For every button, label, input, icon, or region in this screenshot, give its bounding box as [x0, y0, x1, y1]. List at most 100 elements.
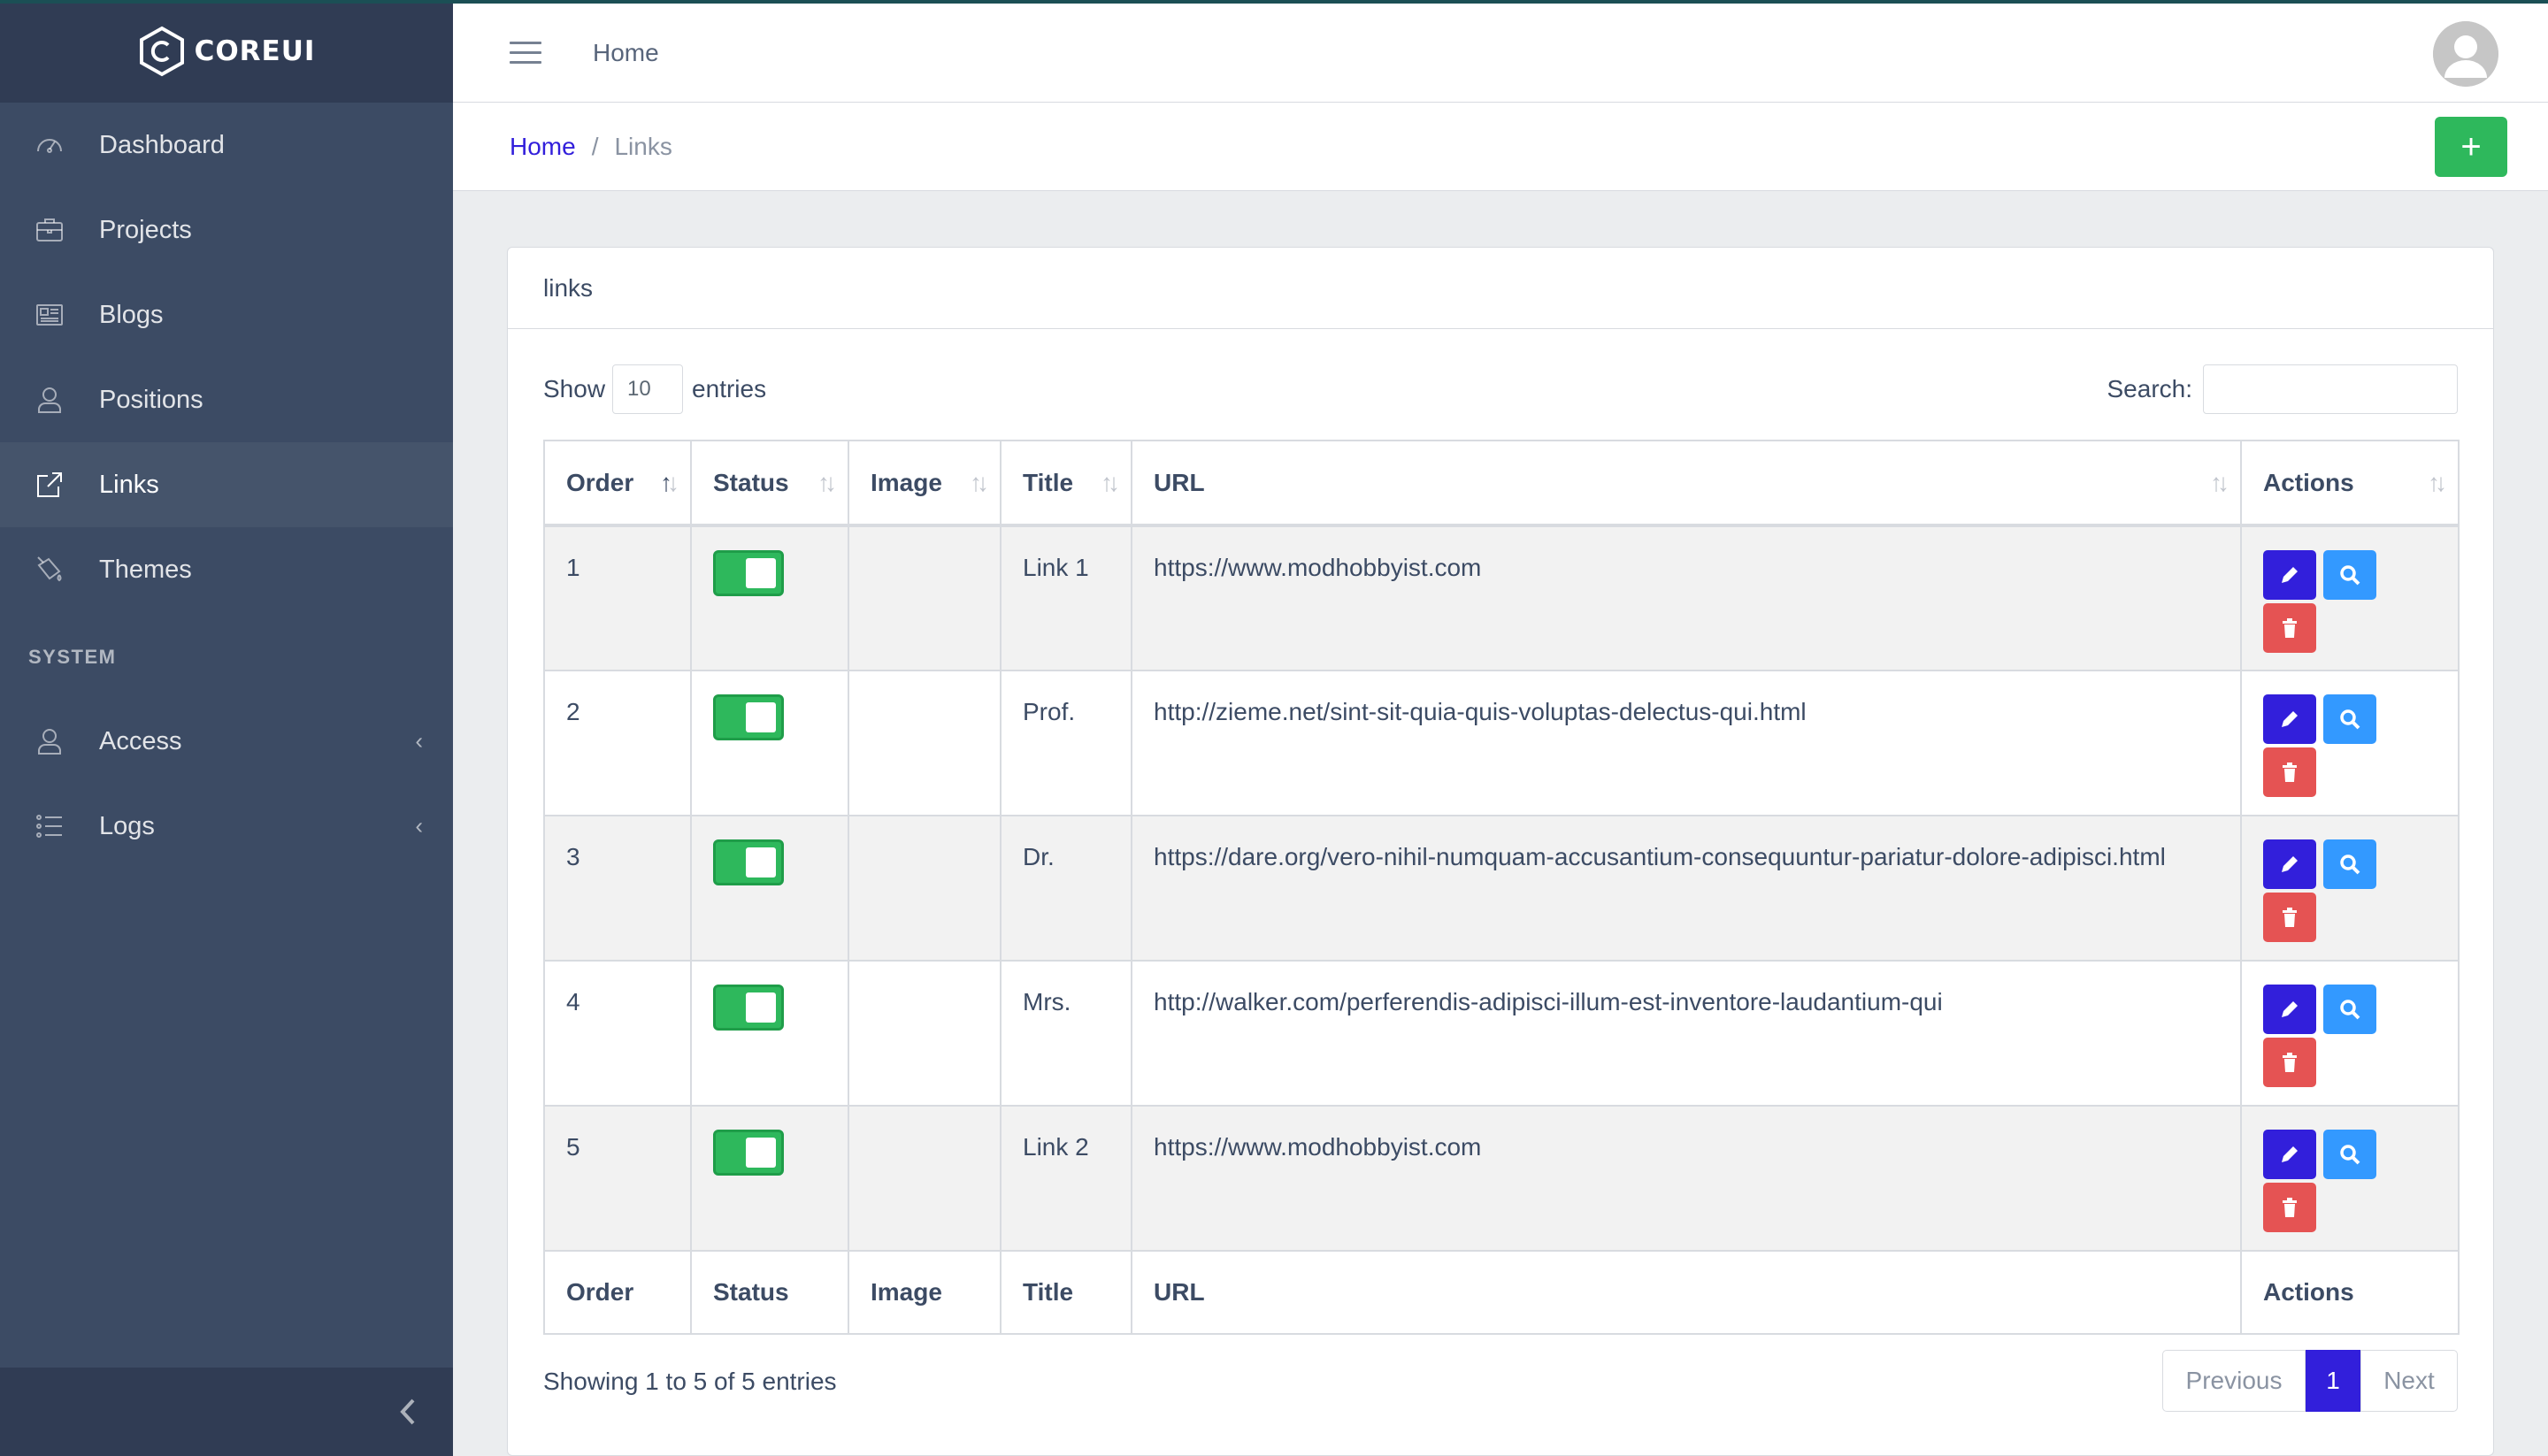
sidebar-item-label: Links	[99, 470, 159, 499]
sort-icon: ↑↓	[970, 468, 989, 496]
pagination-next[interactable]: Next	[2360, 1350, 2458, 1412]
pagination-previous[interactable]: Previous	[2162, 1350, 2306, 1412]
cell-status	[690, 525, 849, 671]
status-toggle[interactable]	[713, 839, 784, 885]
avatar[interactable]	[2433, 21, 2498, 87]
view-button[interactable]	[2323, 1130, 2376, 1179]
cell-status	[690, 1105, 849, 1252]
cell-actions	[2240, 670, 2460, 816]
search-icon	[2338, 1143, 2361, 1166]
top-accent-line	[0, 0, 2548, 4]
sidebar-item-access[interactable]: Access ‹	[0, 699, 453, 784]
table-row: 5 Link 2 https://www.modhobbyist.com	[543, 1105, 2460, 1252]
footer-order: Order	[543, 1250, 692, 1335]
edit-button[interactable]	[2263, 839, 2316, 889]
search-input[interactable]	[2203, 364, 2458, 414]
delete-button[interactable]	[2263, 893, 2316, 942]
column-header-order[interactable]: Order ↑↓	[543, 440, 692, 527]
header-nav-home[interactable]: Home	[593, 39, 659, 67]
cell-image	[848, 1105, 1002, 1252]
column-header-actions[interactable]: Actions ↑↓	[2240, 440, 2460, 527]
search-icon	[2338, 998, 2361, 1021]
sidebar-item-themes[interactable]: Themes	[0, 527, 453, 612]
cell-order: 5	[543, 1105, 692, 1252]
trash-icon	[2278, 906, 2301, 929]
card-title: links	[508, 248, 2493, 329]
sidebar-item-positions[interactable]: Positions	[0, 357, 453, 442]
newspaper-icon	[34, 299, 65, 331]
footer-image: Image	[848, 1250, 1002, 1335]
briefcase-icon	[34, 214, 65, 246]
status-toggle[interactable]	[713, 1130, 784, 1176]
edit-button[interactable]	[2263, 985, 2316, 1034]
trash-icon	[2278, 1051, 2301, 1074]
search-label: Search:	[2107, 375, 2193, 402]
cell-order: 1	[543, 525, 692, 671]
edit-button[interactable]	[2263, 550, 2316, 600]
sidebar-item-label: Access	[99, 726, 182, 755]
delete-button[interactable]	[2263, 603, 2316, 653]
brand-logo[interactable]: COREUI	[0, 0, 453, 103]
view-button[interactable]	[2323, 550, 2376, 600]
status-toggle[interactable]	[713, 694, 784, 740]
column-header-image[interactable]: Image ↑↓	[848, 440, 1002, 527]
page-length-value: 10	[627, 377, 651, 401]
cell-title: Prof.	[1000, 670, 1132, 816]
cell-image	[848, 670, 1002, 816]
breadcrumb: Home / Links +	[453, 103, 2548, 191]
sidebar-item-label: Dashboard	[99, 130, 225, 159]
coreui-logo-icon	[139, 26, 184, 77]
cell-url: https://dare.org/vero-nihil-numquam-accu…	[1131, 815, 2242, 962]
status-toggle[interactable]	[713, 550, 784, 596]
list-icon	[34, 810, 65, 842]
sidebar-item-links[interactable]: Links	[0, 442, 453, 527]
header: Home	[453, 4, 2548, 103]
cell-status	[690, 815, 849, 962]
pagination-page-1[interactable]: 1	[2306, 1350, 2360, 1412]
view-button[interactable]	[2323, 839, 2376, 889]
delete-button[interactable]	[2263, 1038, 2316, 1087]
cell-actions	[2240, 960, 2460, 1107]
cell-title: Dr.	[1000, 815, 1132, 962]
sidebar-minimizer[interactable]	[0, 1368, 453, 1456]
sidebar-item-blogs[interactable]: Blogs	[0, 272, 453, 357]
cell-title: Mrs.	[1000, 960, 1132, 1107]
cell-actions	[2240, 815, 2460, 962]
cell-image	[848, 525, 1002, 671]
cell-order: 3	[543, 815, 692, 962]
show-label: Show	[543, 375, 606, 402]
column-header-url[interactable]: URL ↑↓	[1131, 440, 2242, 527]
cell-title: Link 1	[1000, 525, 1132, 671]
hamburger-menu-icon[interactable]	[510, 37, 541, 69]
edit-button[interactable]	[2263, 694, 2316, 744]
sort-icon: ↑↓	[1101, 468, 1120, 496]
status-toggle[interactable]	[713, 985, 784, 1031]
links-card: links Show 10 entries Search: Order ↑↓ St…	[507, 247, 2494, 1456]
pencil-icon	[2278, 708, 2301, 731]
cell-actions	[2240, 525, 2460, 671]
delete-button[interactable]	[2263, 1183, 2316, 1232]
cell-url: https://www.modhobbyist.com	[1131, 1105, 2242, 1252]
cell-status	[690, 960, 849, 1107]
add-link-button[interactable]: +	[2435, 117, 2507, 177]
breadcrumb-home-link[interactable]: Home	[510, 133, 576, 161]
footer-title: Title	[1000, 1250, 1132, 1335]
cell-order: 2	[543, 670, 692, 816]
view-button[interactable]	[2323, 694, 2376, 744]
cell-image	[848, 960, 1002, 1107]
edit-button[interactable]	[2263, 1130, 2316, 1179]
delete-button[interactable]	[2263, 747, 2316, 797]
sidebar-item-projects[interactable]: Projects	[0, 188, 453, 272]
sidebar-item-dashboard[interactable]: Dashboard	[0, 103, 453, 188]
table-controls: Show 10 entries Search:	[543, 364, 2458, 414]
cell-title: Link 2	[1000, 1105, 1132, 1252]
sidebar-item-logs[interactable]: Logs ‹	[0, 784, 453, 869]
breadcrumb-current: Links	[614, 132, 672, 160]
cell-actions	[2240, 1105, 2460, 1252]
sidebar-item-label: Logs	[99, 811, 155, 840]
column-header-status[interactable]: Status ↑↓	[690, 440, 849, 527]
page-length-select[interactable]: 10	[612, 364, 684, 414]
view-button[interactable]	[2323, 985, 2376, 1034]
column-header-title[interactable]: Title ↑↓	[1000, 440, 1132, 527]
sidebar-item-label: Projects	[99, 215, 192, 244]
